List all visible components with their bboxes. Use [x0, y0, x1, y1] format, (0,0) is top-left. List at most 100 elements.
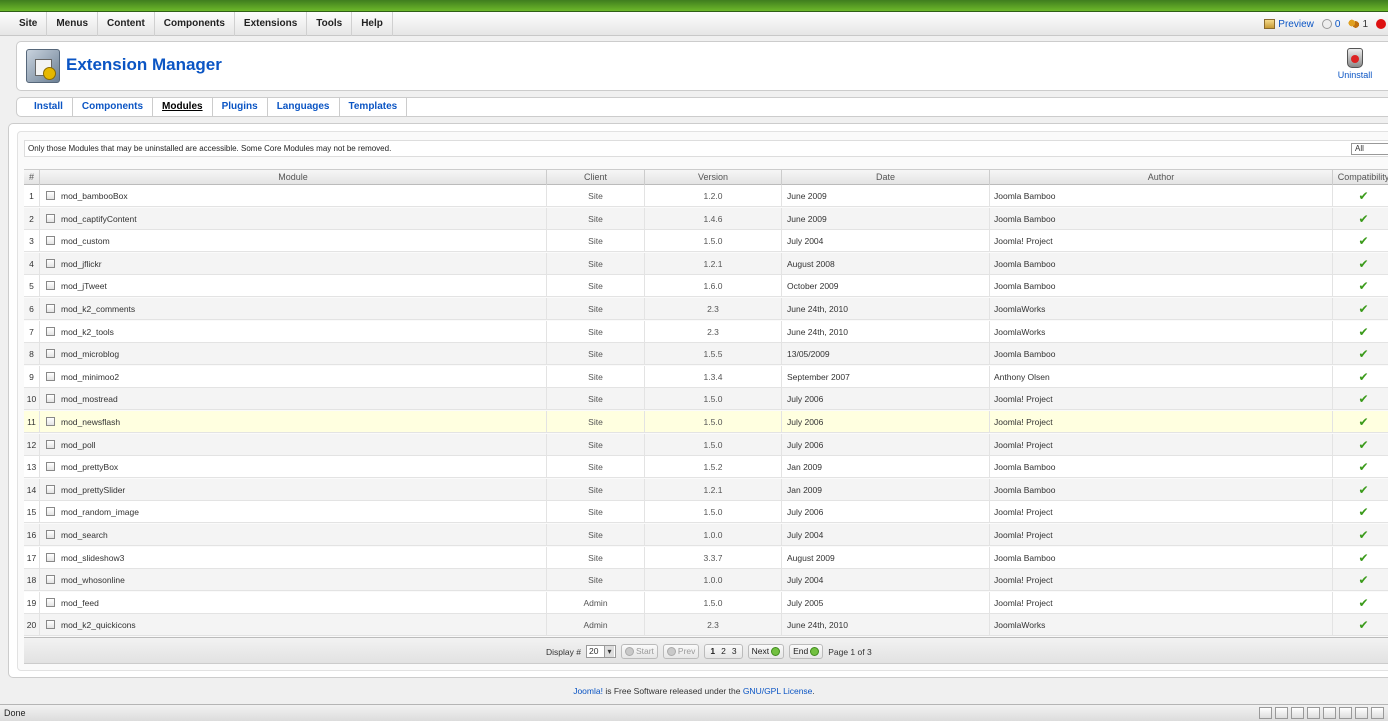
- module-name: mod_search: [61, 530, 108, 540]
- check-icon: ✔: [1358, 211, 1369, 226]
- tab-languages[interactable]: Languages: [268, 98, 340, 116]
- check-icon: ✔: [1358, 369, 1369, 384]
- row-checkbox[interactable]: [46, 597, 55, 607]
- filter-select[interactable]: All: [1351, 143, 1388, 155]
- messages-link[interactable]: 0: [1321, 19, 1340, 30]
- row-checkbox[interactable]: [46, 462, 55, 472]
- preview-link[interactable]: Preview: [1264, 19, 1314, 30]
- row-checkbox[interactable]: [46, 304, 55, 313]
- table-row[interactable]: 10 mod_mostread Site 1.5.0 July 2006 Joomla! …: [24, 388, 1388, 411]
- row-checkbox[interactable]: [46, 213, 55, 223]
- row-checkbox[interactable]: [46, 507, 55, 517]
- menu-content[interactable]: Content: [98, 12, 155, 36]
- row-number: 5: [24, 275, 40, 298]
- table-row[interactable]: 8 mod_microblog Site 1.5.5 13/05/2009 Joomla …: [24, 343, 1388, 366]
- column-client[interactable]: Client: [547, 170, 645, 185]
- row-checkbox[interactable]: [46, 552, 55, 562]
- menu-tools[interactable]: Tools: [307, 12, 353, 36]
- column-version[interactable]: Version: [645, 170, 782, 185]
- logout-link[interactable]: [1376, 19, 1386, 29]
- page-1-link[interactable]: 1: [708, 645, 717, 658]
- column-date[interactable]: Date: [782, 170, 990, 185]
- table-row[interactable]: 1 mod_bambooBox Site 1.2.0 June 2009 Joomla B…: [24, 185, 1388, 207]
- end-button[interactable]: End: [789, 644, 824, 659]
- tab-templates[interactable]: Templates: [340, 98, 408, 116]
- next-button[interactable]: Next: [747, 644, 785, 659]
- module-name: mod_bambooBox: [61, 191, 128, 201]
- status-icon[interactable]: [1275, 707, 1288, 719]
- row-checkbox[interactable]: [46, 439, 55, 449]
- check-icon: ✔: [1358, 595, 1369, 610]
- status-icon[interactable]: [1259, 707, 1272, 719]
- table-row[interactable]: 7 mod_k2_tools Site 2.3 June 24th, 2010 Jooml…: [24, 320, 1388, 343]
- table-row[interactable]: 19 mod_feed Admin 1.5.0 July 2005 Joomla! Pro…: [24, 591, 1388, 614]
- status-icon[interactable]: [1307, 707, 1320, 719]
- table-row[interactable]: 9 mod_minimoo2 Site 1.3.4 September 2007 Anth…: [24, 365, 1388, 388]
- table-row[interactable]: 20 mod_k2_quickicons Admin 2.3 June 24th, 20…: [24, 614, 1388, 637]
- page-3-link[interactable]: 3: [730, 645, 739, 658]
- page-2-link[interactable]: 2: [719, 645, 728, 658]
- table-row[interactable]: 6 mod_k2_comments Site 2.3 June 24th, 2010 Jo…: [24, 298, 1388, 320]
- module-name: mod_k2_tools: [61, 326, 114, 337]
- tab-modules[interactable]: Modules: [153, 98, 213, 116]
- module-name: mod_newsflash: [61, 417, 121, 427]
- license-link[interactable]: GNU/GPL License: [743, 686, 813, 696]
- row-checkbox[interactable]: [46, 326, 55, 336]
- row-checkbox[interactable]: [46, 575, 55, 585]
- row-checkbox[interactable]: [46, 281, 55, 291]
- row-checkbox[interactable]: [46, 417, 55, 426]
- menu-help[interactable]: Help: [352, 12, 393, 36]
- tab-components[interactable]: Components: [73, 98, 154, 116]
- pagination: Display # 20 Start Prev 1 2 3 Next End P…: [546, 644, 872, 659]
- joomla-link[interactable]: Joomla!: [573, 686, 603, 696]
- table-row[interactable]: 12 mod_poll Site 1.5.0 July 2006 Joomla! Proj…: [24, 433, 1388, 456]
- client-cell: Site: [547, 524, 645, 546]
- row-checkbox[interactable]: [46, 349, 55, 359]
- client-cell: Site: [547, 252, 645, 275]
- row-checkbox[interactable]: [46, 394, 55, 404]
- table-row[interactable]: 18 mod_whosonline Site 1.0.0 July 2004 Joomla…: [24, 569, 1388, 592]
- table-row[interactable]: 16 mod_search Site 1.0.0 July 2004 Joomla! Pr…: [24, 524, 1388, 546]
- users-online-count[interactable]: 1: [1348, 19, 1368, 30]
- table-row[interactable]: 14 mod_prettySlider Site 1.2.1 Jan 2009 Jooml…: [24, 478, 1388, 501]
- table-row[interactable]: 11 mod_newsflash Site 1.5.0 July 2006 Joomla!…: [24, 411, 1388, 433]
- row-checkbox[interactable]: [46, 258, 55, 268]
- table-row[interactable]: 2 mod_captifyContent Site 1.4.6 June 2009 Joo…: [24, 207, 1388, 230]
- table-row[interactable]: 5 mod_jTweet Site 1.6.0 October 2009 Joomla B…: [24, 275, 1388, 298]
- display-limit-select[interactable]: 20: [585, 645, 616, 658]
- prev-button[interactable]: Prev: [662, 644, 700, 659]
- status-icon[interactable]: [1371, 707, 1384, 719]
- table-row[interactable]: 13 mod_prettyBox Site 1.5.2 Jan 2009 Joomla B…: [24, 456, 1388, 479]
- column-compatibility[interactable]: Compatibility: [1333, 170, 1388, 185]
- compatibility-cell: ✔: [1333, 479, 1388, 501]
- row-checkbox[interactable]: [46, 236, 55, 246]
- status-icon[interactable]: [1339, 707, 1352, 719]
- table-row[interactable]: 4 mod_jflickr Site 1.2.1 August 2008 Joomla B…: [24, 252, 1388, 275]
- page-numbers: 1 2 3: [704, 644, 743, 659]
- table-row[interactable]: 3 mod_custom Site 1.5.0 July 2004 Joomla! Pro…: [24, 230, 1388, 253]
- row-checkbox[interactable]: [46, 620, 55, 630]
- column-module[interactable]: Module: [40, 170, 547, 185]
- table-row[interactable]: 15 mod_random_image Site 1.5.0 July 2006 Joom…: [24, 501, 1388, 524]
- row-checkbox[interactable]: [46, 191, 55, 200]
- column-author[interactable]: Author: [990, 170, 1333, 185]
- tab-plugins[interactable]: Plugins: [213, 98, 268, 116]
- status-icon[interactable]: [1323, 707, 1336, 719]
- tab-install[interactable]: Install: [25, 98, 73, 116]
- row-number: 15: [24, 501, 40, 524]
- column-number[interactable]: #: [24, 170, 40, 185]
- row-checkbox[interactable]: [46, 371, 55, 381]
- menu-site[interactable]: Site: [10, 12, 48, 36]
- compatibility-cell: ✔: [1333, 298, 1388, 320]
- table-row[interactable]: 17 mod_slideshow3 Site 3.3.7 August 2009 Joom…: [24, 546, 1388, 569]
- menu-extensions[interactable]: Extensions: [235, 12, 308, 36]
- uninstall-button[interactable]: Uninstall: [1337, 48, 1373, 80]
- menu-components[interactable]: Components: [155, 12, 235, 36]
- row-checkbox[interactable]: [46, 530, 55, 539]
- start-button[interactable]: Start: [620, 644, 658, 659]
- status-icon[interactable]: [1291, 707, 1304, 719]
- row-number: 16: [24, 524, 40, 546]
- menu-menus[interactable]: Menus: [47, 12, 99, 36]
- status-icon[interactable]: [1355, 707, 1368, 719]
- row-checkbox[interactable]: [46, 484, 55, 494]
